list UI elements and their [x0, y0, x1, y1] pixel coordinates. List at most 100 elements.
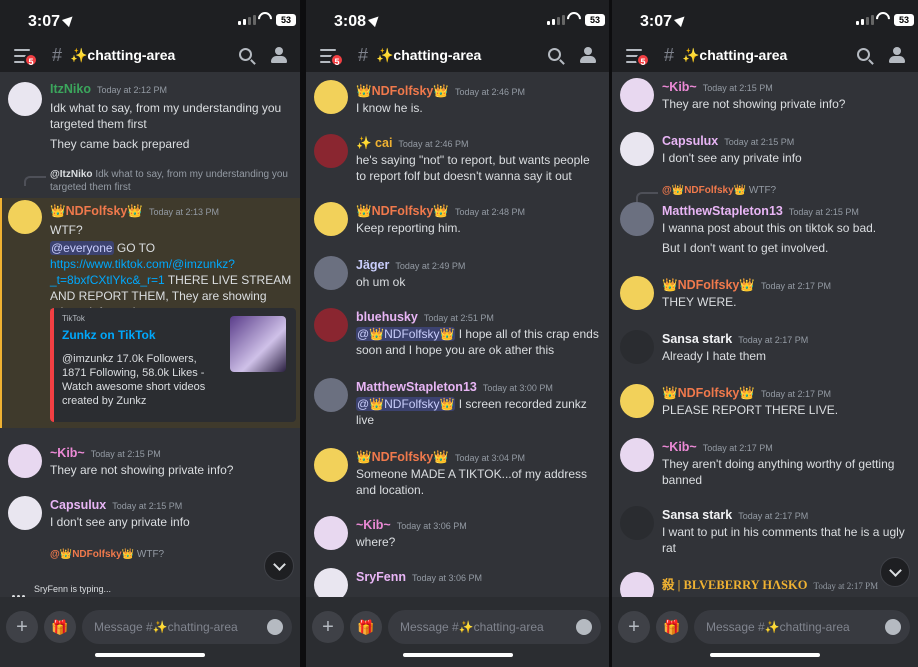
message-input[interactable]: Message #✨chatting-area — [82, 610, 292, 644]
username[interactable]: 👑NDFolfsky👑 Today at 2:17 PM — [662, 278, 831, 293]
search-icon[interactable] — [857, 48, 870, 61]
avatar[interactable] — [620, 276, 654, 310]
link-embed[interactable]: TikTok Zunkz on TikTok @imzunkz 17.0k Fo… — [50, 308, 296, 422]
avatar[interactable] — [314, 308, 348, 342]
location-icon — [673, 12, 689, 28]
message-input[interactable]: Message #✨chatting-area — [694, 610, 910, 644]
add-attachment-button[interactable]: + — [6, 611, 38, 643]
user-mention[interactable]: @👑NDFolfsky👑 — [356, 327, 456, 341]
wifi-icon — [567, 12, 581, 26]
mention-everyone[interactable]: @everyone — [50, 241, 114, 255]
avatar[interactable] — [620, 202, 654, 236]
timestamp: Today at 2:15 PM — [702, 83, 773, 93]
username[interactable]: 👑NDFolfsky👑 Today at 2:17 PM — [662, 386, 831, 401]
username[interactable]: ~Kib~ Today at 2:15 PM — [662, 80, 773, 94]
gift-icon[interactable]: 🎁 — [350, 611, 382, 643]
signal-icon — [856, 15, 874, 25]
jump-to-bottom-button[interactable] — [880, 557, 910, 587]
message-text: They came back prepared — [50, 137, 190, 151]
avatar[interactable] — [314, 80, 348, 114]
home-indicator — [402, 653, 513, 657]
message-list[interactable]: 👑NDFolfsky👑 Today at 2:46 PM I know he is… — [306, 72, 609, 597]
username[interactable]: ~Kib~ Today at 2:15 PM — [50, 446, 161, 460]
username[interactable]: ✨ cai Today at 2:46 PM — [356, 136, 468, 151]
add-attachment-button[interactable]: + — [618, 611, 650, 643]
username[interactable]: Sansa stark Today at 2:17 PM — [662, 508, 808, 522]
avatar[interactable] — [620, 132, 654, 166]
user-mention[interactable]: @👑NDFolfsky👑 — [356, 397, 456, 411]
emoji-icon[interactable] — [576, 619, 592, 635]
status-bar: 3:08 53 — [306, 0, 609, 40]
username[interactable]: Sansa stark Today at 2:17 PM — [662, 332, 808, 346]
members-icon[interactable] — [270, 47, 288, 63]
avatar[interactable] — [8, 200, 42, 234]
message-input[interactable]: Message #✨chatting-area — [388, 610, 601, 644]
avatar[interactable] — [314, 378, 348, 412]
username[interactable]: 👑NDFolfsky👑 Today at 2:46 PM — [356, 84, 525, 99]
username[interactable]: 👑NDFolfsky👑 Today at 2:48 PM — [356, 204, 525, 219]
channel-header: 5 # ✨chatting-area — [306, 40, 609, 72]
username[interactable]: 👑NDFolfsky👑 Today at 2:13 PM — [50, 204, 219, 219]
message-text: where? — [356, 535, 396, 549]
avatar[interactable] — [8, 444, 42, 478]
avatar[interactable] — [620, 438, 654, 472]
reply-preview[interactable]: @ItzNiko Idk what to say, from my unders… — [50, 168, 292, 194]
avatar[interactable] — [620, 384, 654, 418]
avatar[interactable] — [8, 496, 42, 530]
avatar[interactable] — [620, 330, 654, 364]
reply-preview[interactable]: @👑NDFolfsky👑 WTF? — [50, 548, 292, 561]
emoji-icon[interactable] — [885, 619, 901, 635]
embed-thumbnail[interactable] — [230, 316, 286, 372]
avatar[interactable] — [314, 256, 348, 290]
avatar[interactable] — [314, 202, 348, 236]
channel-header: 5 # ✨chatting-area — [0, 40, 300, 72]
jump-to-bottom-button[interactable] — [264, 551, 294, 581]
gift-icon[interactable]: 🎁 — [656, 611, 688, 643]
avatar[interactable] — [314, 448, 348, 482]
avatar[interactable] — [314, 568, 348, 597]
add-attachment-button[interactable]: + — [312, 611, 344, 643]
message-text: Keep reporting him. — [356, 221, 461, 235]
username[interactable]: Capsulux Today at 2:15 PM — [50, 498, 182, 512]
message-list[interactable]: ItzNiko Today at 2:12 PM Idk what to say,… — [0, 72, 300, 597]
timestamp: Today at 2:15 PM — [90, 449, 161, 459]
username[interactable]: ~Kib~ Today at 3:06 PM — [356, 518, 467, 532]
gift-icon[interactable]: 🎁 — [44, 611, 76, 643]
avatar[interactable] — [620, 506, 654, 540]
channel-title[interactable]: ✨chatting-area — [682, 47, 787, 64]
timestamp: Today at 2:17 PM — [738, 335, 809, 345]
avatar[interactable] — [314, 134, 348, 168]
timestamp: Today at 2:17 PM — [702, 443, 773, 453]
username[interactable]: Jäger Today at 2:49 PM — [356, 258, 465, 272]
message-text: Someone MADE A TIKTOK...of my address an… — [356, 467, 587, 497]
username[interactable]: ItzNiko Today at 2:12 PM — [50, 82, 167, 96]
avatar[interactable] — [314, 516, 348, 550]
message-list[interactable]: ~Kib~ Today at 2:15 PM They are not showi… — [612, 72, 918, 597]
search-icon[interactable] — [548, 48, 561, 61]
username[interactable]: bluehusky Today at 2:51 PM — [356, 310, 494, 324]
channel-title[interactable]: ✨chatting-area — [70, 47, 175, 64]
channel-title[interactable]: ✨chatting-area — [376, 47, 481, 64]
username[interactable]: Capsulux Today at 2:15 PM — [662, 134, 794, 148]
avatar[interactable] — [620, 572, 654, 597]
reply-preview[interactable]: @👑NDFolfsky👑 WTF? — [662, 184, 910, 197]
message-text: he's saying "not" to report, but wants p… — [356, 153, 590, 183]
search-icon[interactable] — [239, 48, 252, 61]
username[interactable]: MatthewStapleton13 Today at 2:15 PM — [662, 204, 859, 218]
avatar[interactable] — [8, 82, 42, 116]
username[interactable]: ~Kib~ Today at 2:17 PM — [662, 440, 773, 454]
channel-hash-icon: # — [52, 45, 63, 65]
timestamp: Today at 2:51 PM — [423, 313, 494, 323]
emoji-icon[interactable] — [267, 619, 283, 635]
members-icon[interactable] — [579, 47, 597, 63]
message-text: I want to put in his comments that he is… — [662, 525, 905, 555]
battery-icon: 53 — [276, 14, 296, 26]
username[interactable]: 殺 | BLVEBERRY HΛSKO Today at 2:17 PM — [662, 574, 878, 593]
username[interactable]: SryFenn Today at 3:06 PM — [356, 570, 482, 584]
embed-title[interactable]: Zunkz on TikTok — [62, 328, 156, 342]
avatar[interactable] — [620, 78, 654, 112]
members-icon[interactable] — [888, 47, 906, 63]
username[interactable]: 👑NDFolfsky👑 Today at 3:04 PM — [356, 450, 525, 465]
location-icon — [367, 12, 383, 28]
username[interactable]: MatthewStapleton13 Today at 3:00 PM — [356, 380, 553, 394]
